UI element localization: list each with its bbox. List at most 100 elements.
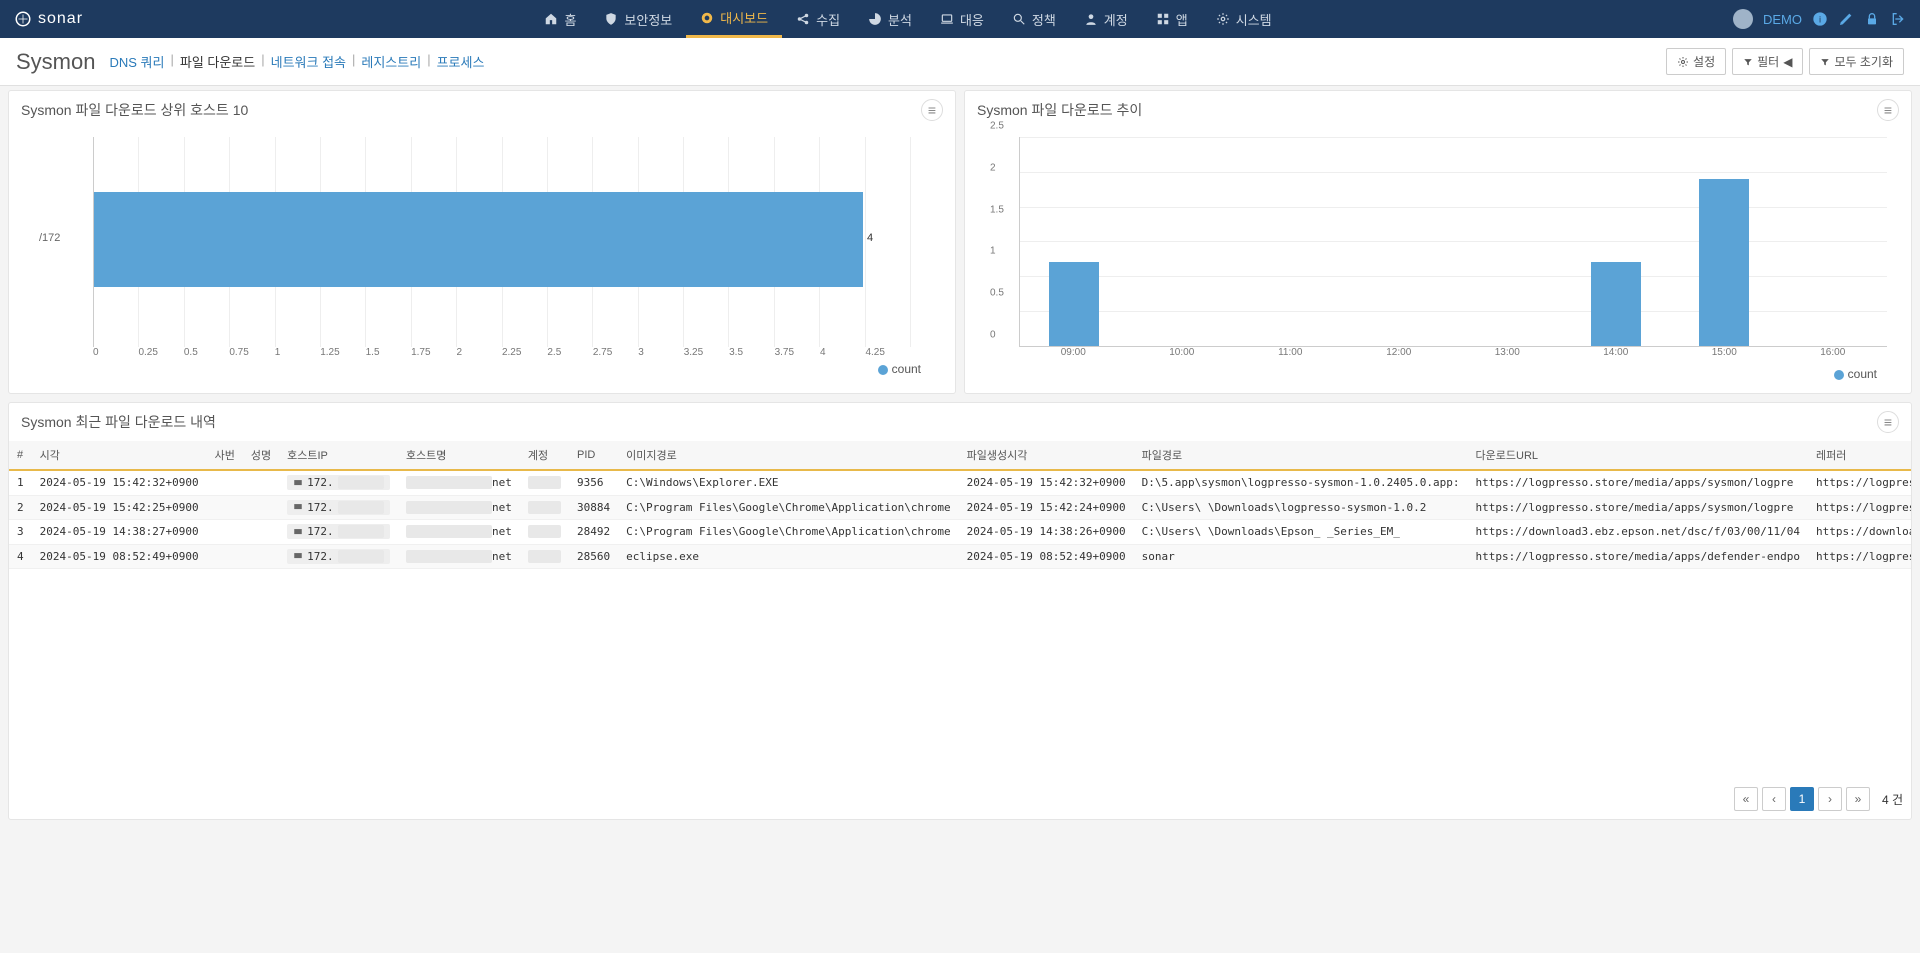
col-header[interactable]: # [9,441,32,470]
panel-trend: Sysmon 파일 다운로드 추이 ≡ 00.511.522.5 09:0010… [964,90,1912,394]
nav-dashboard[interactable]: 대시보드 [686,0,782,38]
subheader: Sysmon DNS 쿼리|파일 다운로드|네트워크 접속|레지스트리|프로세스… [0,38,1920,86]
logo[interactable]: sonar [14,10,83,28]
lock-icon[interactable] [1864,11,1880,27]
subtab-4[interactable]: 프로세스 [437,52,485,71]
shield-icon [604,12,618,26]
share-icon [796,12,810,26]
nav-gear[interactable]: 시스템 [1202,0,1286,38]
nav-home[interactable]: 홈 [530,0,590,38]
avatar[interactable] [1733,9,1753,29]
hbar-bar [94,192,863,287]
table-row[interactable]: 12024-05-19 15:42:32+0900172.xxxxxxxxxxx… [9,470,1911,495]
col-header[interactable]: 호스트IP [279,441,398,470]
chart-legend: count [979,363,1897,389]
user-name[interactable]: DEMO [1763,12,1802,27]
col-header[interactable]: 파일경로 [1134,441,1468,470]
svg-text:i: i [1819,14,1821,24]
filter-icon [1743,57,1753,67]
col-header[interactable]: 시각 [32,441,207,470]
nav-items: 홈보안정보대시보드수집분석대응정책계정앱시스템 [530,0,1285,38]
pager: « ‹ 1 › » 4 건 [9,779,1911,819]
nav-user[interactable]: 계정 [1070,0,1142,38]
logout-icon[interactable] [1890,11,1906,27]
user-icon [1084,12,1098,26]
panel-title: Sysmon 파일 다운로드 상위 호스트 10 [21,100,248,120]
legend-dot [878,365,888,375]
col-header[interactable]: 파일생성시각 [959,441,1134,470]
col-header[interactable]: PID [569,441,618,470]
pen-icon[interactable] [1838,11,1854,27]
chart-legend: count [23,358,941,384]
pager-first[interactable]: « [1734,787,1758,811]
panel-title: Sysmon 최근 파일 다운로드 내역 [21,412,216,432]
host-pill: 172.xxxxxxx [287,524,390,539]
sub-actions: 설정 필터◀ 모두 초기화 [1666,48,1904,75]
nav-grid[interactable]: 앱 [1142,0,1202,38]
page-title: Sysmon [16,49,95,75]
pager-last[interactable]: » [1846,787,1870,811]
search-icon [1012,12,1026,26]
col-header[interactable]: 사번 [207,441,243,470]
chevron-left-icon: ◀ [1783,55,1792,69]
panel-top-hosts: Sysmon 파일 다운로드 상위 호스트 10 ≡ /172 4 00.250… [8,90,956,394]
gear-icon [1216,12,1230,26]
panel-menu-icon[interactable]: ≡ [921,99,943,121]
col-header[interactable]: 호스트명 [398,441,520,470]
host-pill: 172.xxxxxxx [287,500,390,515]
filter-button[interactable]: 필터◀ [1732,48,1803,75]
panel-title: Sysmon 파일 다운로드 추이 [977,100,1142,120]
table-row[interactable]: 32024-05-19 14:38:27+0900172.xxxxxxxxxxx… [9,520,1911,545]
host-pill: 172.xxxxxxx [287,475,390,490]
col-header[interactable]: 다운로드URL [1468,441,1809,470]
hbar-category: /172 [39,232,60,244]
top-nav: sonar 홈보안정보대시보드수집분석대응정책계정앱시스템 DEMO i [0,0,1920,38]
nav-search[interactable]: 정책 [998,0,1070,38]
vbar-chart: 00.511.522.5 [1019,137,1887,347]
content: Sysmon 파일 다운로드 상위 호스트 10 ≡ /172 4 00.250… [0,90,1920,820]
settings-button[interactable]: 설정 [1666,48,1726,75]
col-header[interactable]: 성명 [243,441,279,470]
panel-menu-icon[interactable]: ≡ [1877,411,1899,433]
table-row[interactable]: 42024-05-19 08:52:49+0900172.xxxxxxxxxxx… [9,544,1911,569]
reset-button[interactable]: 모두 초기화 [1809,48,1904,75]
nav-laptop[interactable]: 대응 [926,0,998,38]
subtab-1[interactable]: 파일 다운로드 [180,52,255,71]
vbar-15:00 [1699,179,1749,346]
col-header[interactable]: 레퍼러 [1808,441,1911,470]
nav-share[interactable]: 수집 [782,0,854,38]
hbar-xaxis: 00.250.50.7511.251.51.7522.252.52.7533.2… [93,347,911,358]
hbar-chart: /172 4 [93,137,911,347]
downloads-table: #시각사번성명호스트IP호스트명계정PID이미지경로파일생성시각파일경로다운로드… [9,441,1911,569]
table-row[interactable]: 22024-05-19 15:42:25+0900172.xxxxxxxxxxx… [9,495,1911,520]
subtab-0[interactable]: DNS 쿼리 [109,52,164,71]
subtabs: DNS 쿼리|파일 다운로드|네트워크 접속|레지스트리|프로세스 [109,52,484,71]
filter-icon [1820,57,1830,67]
vbar-14:00 [1591,262,1641,346]
subtab-3[interactable]: 레지스트리 [361,52,421,71]
laptop-icon [940,12,954,26]
col-header[interactable]: 이미지경로 [618,441,959,470]
dashboard-icon [700,11,714,25]
info-icon[interactable]: i [1812,11,1828,27]
nav-shield[interactable]: 보안정보 [590,0,686,38]
logo-icon [14,10,32,28]
nav-chart[interactable]: 분석 [854,0,926,38]
col-header[interactable]: 계정 [520,441,569,470]
pager-page[interactable]: 1 [1790,787,1814,811]
pager-prev[interactable]: ‹ [1762,787,1786,811]
panel-menu-icon[interactable]: ≡ [1877,99,1899,121]
host-pill: 172.xxxxxxx [287,549,390,564]
pager-total: 4 건 [1882,791,1903,808]
legend-dot [1834,370,1844,380]
hbar-value: 4 [867,232,873,244]
panel-table: Sysmon 최근 파일 다운로드 내역 ≡ #시각사번성명호스트IP호스트명계… [8,402,1912,820]
vbar-xaxis: 09:0010:0011:0012:0013:0014:0015:0016:00 [1019,347,1887,363]
subtab-2[interactable]: 네트워크 접속 [271,52,346,71]
pager-next[interactable]: › [1818,787,1842,811]
grid-icon [1156,12,1170,26]
logo-text: sonar [38,10,83,28]
vbar-09:00 [1049,262,1099,346]
gear-icon [1677,56,1689,68]
chart-icon [868,12,882,26]
